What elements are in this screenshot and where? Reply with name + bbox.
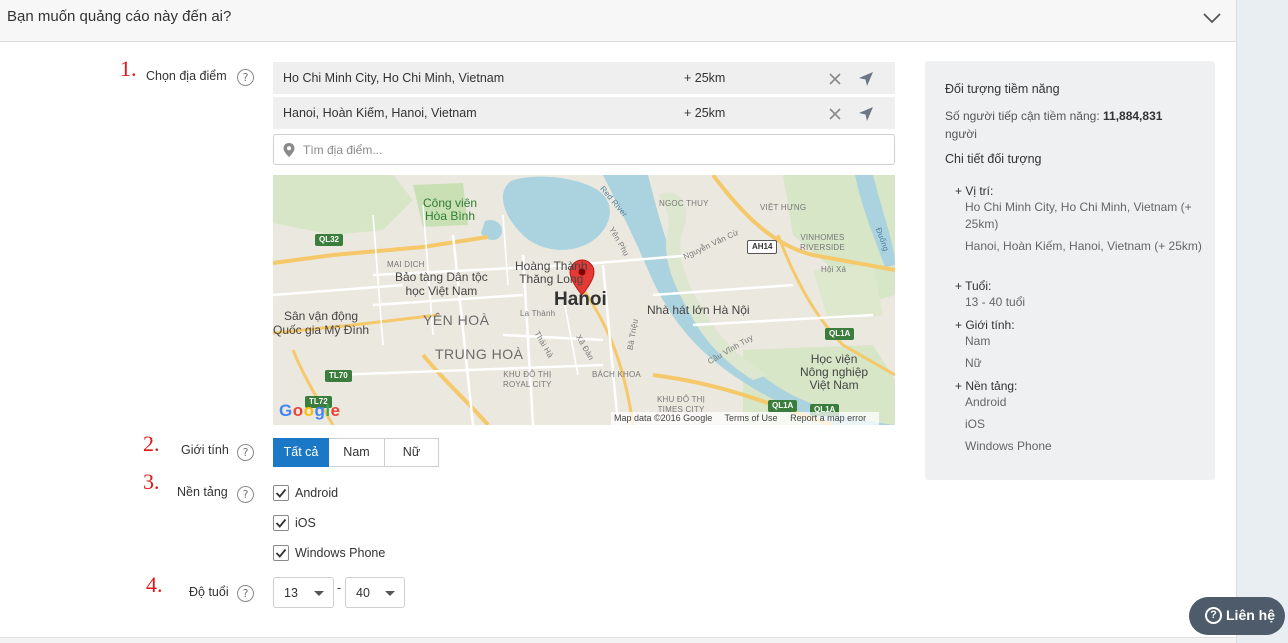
question-circle-icon: ? [1205, 607, 1222, 624]
step-number-2: 2. [143, 431, 160, 456]
map-label-district: VIỆT HƯNG [760, 203, 807, 212]
age-min-select[interactable]: 13 [273, 577, 334, 608]
location-radius[interactable]: + 25km [684, 71, 725, 85]
location-row: Hanoi, Hoàn Kiếm, Hanoi, Vietnam + 25km [273, 97, 895, 130]
road-shield: QL32 [315, 234, 344, 246]
location-help-icon[interactable]: ? [237, 69, 254, 86]
map[interactable]: Công viên Hòa Bình Bảo tàng Dân tộc học … [273, 175, 895, 425]
age-max-value: 40 [356, 586, 370, 600]
detail-gender-heading: + Giới tính: [955, 318, 1015, 332]
caret-down-icon [385, 591, 395, 596]
detail-location-heading: + Vị trí: [955, 184, 994, 198]
map-label-district: MAI DỊCH [387, 260, 425, 269]
map-label-district: BÁCH KHOA [592, 370, 641, 379]
location-search[interactable] [273, 134, 895, 165]
map-marker-icon [283, 143, 295, 157]
map-label-park: Công viên Hòa Bình [423, 196, 478, 223]
map-label-mausoleum: Hoàng Thành Thăng Long [515, 259, 588, 286]
section-header[interactable]: Bạn muốn quảng cáo này đến ai? [0, 0, 1236, 42]
platform-option-label: Android [295, 486, 339, 500]
detail-platform-value: iOS [965, 417, 986, 431]
locate-arrow-icon[interactable] [858, 71, 874, 87]
gender-help-icon[interactable]: ? [237, 444, 254, 461]
map-label-district: YÊN HOÀ [423, 312, 490, 328]
platform-option-label: iOS [295, 516, 316, 530]
map-label-museum: Bảo tàng Dân tộc học Việt Nam [395, 270, 488, 298]
location-label: Chọn địa điểm [146, 69, 227, 83]
map-footer: Map data ©2016 Google Terms of Use Repor… [611, 412, 880, 425]
detail-age-heading: + Tuổi: [955, 279, 992, 293]
audience-panel: Đối tượng tiềm năng Số người tiếp cận ti… [925, 61, 1215, 480]
step-number-1: 1. [120, 56, 137, 81]
detail-location-value: Ho Chi Minh City, Ho Chi Minh, Vietnam (… [965, 200, 1192, 231]
location-row: Ho Chi Minh City, Ho Chi Minh, Vietnam +… [273, 62, 895, 95]
location-name: Hanoi, Hoàn Kiếm, Hanoi, Vietnam [283, 106, 477, 120]
audience-details-title: Chi tiết đối tượng [945, 152, 1042, 166]
road-shield: QL1A [768, 400, 798, 412]
gender-selector: Tất cả Nam Nữ [273, 438, 439, 467]
age-max-select[interactable]: 40 [345, 577, 405, 608]
audience-title: Đối tượng tiềm năng [945, 82, 1060, 96]
step-number-3: 3. [143, 469, 160, 494]
map-label-district: Hội Xá [821, 265, 847, 274]
contact-button[interactable]: ? Liên hệ [1189, 597, 1285, 635]
location-radius[interactable]: + 25km [684, 106, 725, 120]
gender-label: Giới tính [181, 443, 229, 457]
detail-location-value: Hanoi, Hoàn Kiếm, Hanoi, Vietnam (+ 25km… [965, 239, 1202, 253]
map-label-opera: Nhà hát lớn Hà Nội [647, 303, 750, 317]
map-label-district: TRUNG HOÀ [435, 346, 524, 362]
detail-gender-value: Nam [965, 334, 991, 348]
caret-down-icon [314, 591, 324, 596]
contact-label: Liên hệ [1226, 607, 1276, 623]
gender-option-all[interactable]: Tất cả [273, 438, 329, 467]
right-scroll-area [1236, 0, 1288, 643]
road-shield: AH14 [747, 240, 778, 254]
map-label-hanoi: Hanoi [554, 289, 607, 310]
locate-arrow-icon[interactable] [858, 106, 874, 122]
map-label-district: VINHOMES RIVERSIDE [800, 233, 845, 252]
remove-location-icon[interactable] [828, 107, 842, 121]
age-help-icon[interactable]: ? [237, 585, 254, 602]
map-terms-link[interactable]: Terms of Use [725, 413, 778, 423]
map-label-district: NGOC THUY [659, 199, 709, 208]
section-title: Bạn muốn quảng cáo này đến ai? [7, 8, 232, 25]
detail-platform-value: Windows Phone [965, 439, 1052, 453]
google-logo: Google [279, 401, 341, 420]
remove-location-icon[interactable] [828, 72, 842, 86]
location-search-input[interactable] [303, 141, 863, 159]
checkbox-checked-icon[interactable] [273, 485, 289, 501]
detail-platform-heading: + Nền tảng: [955, 379, 1018, 393]
road-shield: QL1A [825, 328, 855, 340]
checkbox-checked-icon[interactable] [273, 515, 289, 531]
map-label-stadium: Sân vận động Quốc gia Mỹ Đình [273, 309, 370, 337]
map-label-district: KHU ĐÔ THỊ ROYAL CITY [503, 370, 552, 389]
checkbox-checked-icon[interactable] [273, 545, 289, 561]
reach-value: 11,884,831 [1103, 109, 1163, 123]
map-attribution: Map data ©2016 Google [614, 413, 713, 423]
platform-label: Nền tảng [177, 485, 228, 499]
detail-platform-value: Android [965, 395, 1007, 409]
age-min-value: 13 [284, 586, 298, 600]
location-name: Ho Chi Minh City, Ho Chi Minh, Vietnam [283, 71, 505, 85]
platform-help-icon[interactable]: ? [237, 486, 254, 503]
bottom-divider [0, 637, 1236, 643]
gender-option-female[interactable]: Nữ [385, 438, 439, 467]
age-label: Độ tuổi [189, 585, 229, 599]
detail-age-value: 13 - 40 tuổi [965, 295, 1026, 309]
platform-option-label: Windows Phone [295, 546, 386, 560]
map-report-link[interactable]: Report a map error [790, 413, 866, 423]
gender-option-male[interactable]: Nam [329, 438, 385, 467]
map-label-street: La Thành [520, 309, 556, 318]
detail-gender-value: Nữ [965, 356, 982, 370]
chevron-down-icon[interactable] [1200, 7, 1224, 29]
audience-reach: Số người tiếp cận tiềm năng: 11,884,831 … [945, 109, 1163, 141]
map-label-academy: Học viện Nông nghiệp Việt Nam [800, 352, 869, 392]
road-shield: TL70 [325, 370, 352, 382]
age-separator: - [337, 581, 342, 595]
step-number-4: 4. [146, 572, 163, 597]
